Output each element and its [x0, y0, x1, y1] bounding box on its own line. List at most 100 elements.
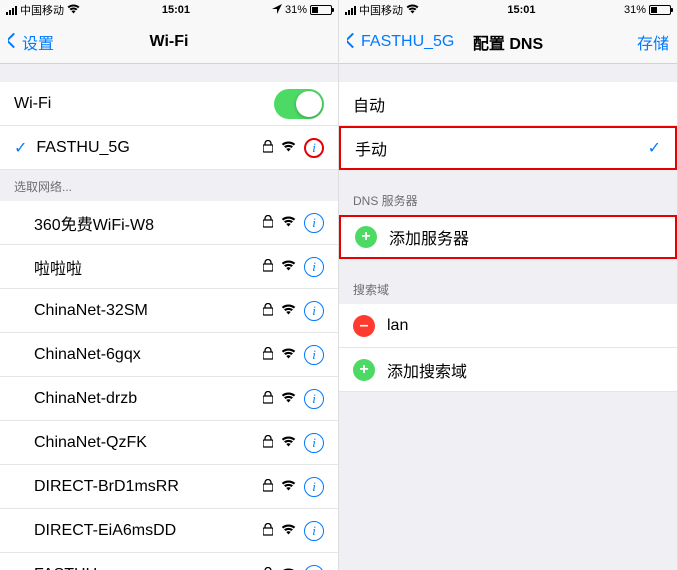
info-icon[interactable]: i [304, 521, 324, 541]
wifi-toggle[interactable] [274, 89, 324, 119]
network-name: ChinaNet-QzFK [34, 434, 263, 452]
search-domain-row[interactable]: – lan [339, 304, 677, 348]
network-name: ChinaNet-6gqx [34, 346, 263, 364]
nav-bar: 设置 Wi-Fi [0, 20, 338, 64]
carrier-label: 中国移动 [359, 2, 403, 18]
wifi-toggle-row[interactable]: Wi-Fi [0, 82, 338, 126]
lock-icon [263, 479, 273, 495]
add-server-row[interactable]: + 添加服务器 [339, 215, 677, 259]
minus-icon: – [353, 315, 375, 337]
time-label: 15:01 [162, 4, 190, 16]
info-icon[interactable]: i [304, 301, 324, 321]
plus-icon: + [353, 359, 375, 381]
lock-icon [263, 140, 273, 156]
wifi-signal-icon [281, 303, 296, 318]
wifi-signal-icon [281, 140, 296, 155]
status-bar: 中国移动 15:01 31% [339, 0, 677, 20]
info-icon[interactable]: i [304, 433, 324, 453]
signal-icon [345, 5, 356, 15]
back-label: 设置 [22, 30, 54, 54]
dns-config-screen: 中国移动 15:01 31% FASTHU_5G 配置 DNS 存储 自动 手动… [339, 0, 678, 570]
lock-icon [263, 215, 273, 231]
select-network-header: 选取网络... [0, 170, 338, 201]
wifi-signal-icon [281, 479, 296, 494]
dns-servers-header: DNS 服务器 [339, 170, 677, 215]
network-row[interactable]: FASTHU i [0, 553, 338, 570]
wifi-status-icon [406, 4, 419, 17]
add-server-label: 添加服务器 [389, 225, 661, 249]
back-button[interactable]: 设置 [8, 30, 54, 54]
content: 自动 手动 ✓ DNS 服务器 + 添加服务器 搜索域 – lan + 添加搜索… [339, 64, 677, 570]
page-title: Wi-Fi [150, 33, 189, 51]
nav-bar: FASTHU_5G 配置 DNS 存储 [339, 20, 677, 64]
chevron-left-icon [347, 33, 361, 51]
lock-icon [263, 259, 273, 275]
network-name: 啦啦啦 [34, 255, 263, 279]
wifi-signal-icon [281, 435, 296, 450]
network-name: DIRECT-EiA6msDD [34, 522, 263, 540]
dns-auto-row[interactable]: 自动 [339, 82, 677, 126]
search-domains-header: 搜索域 [339, 259, 677, 304]
lock-icon [263, 567, 273, 570]
network-name: ChinaNet-drzb [34, 390, 263, 408]
network-row[interactable]: DIRECT-BrD1msRR i [0, 465, 338, 509]
carrier-label: 中国移动 [20, 2, 64, 18]
info-icon[interactable]: i [304, 345, 324, 365]
info-icon[interactable]: i [304, 257, 324, 277]
lock-icon [263, 303, 273, 319]
connected-network-row[interactable]: ✓ FASTHU_5G i [0, 126, 338, 170]
wifi-signal-icon [281, 215, 296, 230]
dns-manual-row[interactable]: 手动 ✓ [339, 126, 677, 170]
lock-icon [263, 435, 273, 451]
dns-auto-label: 自动 [353, 92, 663, 116]
network-name: ChinaNet-32SM [34, 302, 263, 320]
info-icon[interactable]: i [304, 213, 324, 233]
checkmark-icon: ✓ [648, 138, 661, 158]
lock-icon [263, 347, 273, 363]
network-row[interactable]: 啦啦啦 i [0, 245, 338, 289]
network-row[interactable]: ChinaNet-QzFK i [0, 421, 338, 465]
checkmark-icon: ✓ [14, 138, 27, 158]
content: Wi-Fi ✓ FASTHU_5G i 选取网络... 360免费WiFi-W8… [0, 64, 338, 570]
save-button[interactable]: 存储 [637, 30, 669, 54]
wifi-signal-icon [281, 347, 296, 362]
wifi-status-icon [67, 4, 80, 17]
battery-pct: 31% [624, 4, 646, 16]
network-name: DIRECT-BrD1msRR [34, 478, 263, 496]
network-name: 360免费WiFi-W8 [34, 211, 263, 235]
search-domain-label: lan [387, 317, 663, 335]
plus-icon: + [355, 226, 377, 248]
info-icon[interactable]: i [304, 565, 324, 570]
network-name: FASTHU [34, 566, 263, 570]
info-icon[interactable]: i [304, 389, 324, 409]
chevron-left-icon [8, 33, 22, 51]
status-bar: 中国移动 15:01 31% [0, 0, 338, 20]
wifi-settings-screen: 中国移动 15:01 31% 设置 Wi-Fi Wi-Fi ✓ [0, 0, 339, 570]
info-icon[interactable]: i [304, 477, 324, 497]
network-row[interactable]: ChinaNet-6gqx i [0, 333, 338, 377]
time-label: 15:01 [507, 4, 535, 16]
battery-icon [310, 5, 332, 15]
wifi-signal-icon [281, 391, 296, 406]
battery-pct: 31% [285, 4, 307, 16]
connected-network-name: FASTHU_5G [36, 139, 263, 157]
wifi-toggle-label: Wi-Fi [14, 95, 274, 113]
battery-icon [649, 5, 671, 15]
add-search-domain-row[interactable]: + 添加搜索域 [339, 348, 677, 392]
lock-icon [263, 523, 273, 539]
page-title: 配置 DNS [473, 30, 543, 54]
network-row[interactable]: ChinaNet-drzb i [0, 377, 338, 421]
network-row[interactable]: DIRECT-EiA6msDD i [0, 509, 338, 553]
wifi-signal-icon [281, 259, 296, 274]
back-label: FASTHU_5G [361, 33, 454, 51]
back-button[interactable]: FASTHU_5G [347, 33, 454, 51]
network-row[interactable]: ChinaNet-32SM i [0, 289, 338, 333]
signal-icon [6, 5, 17, 15]
dns-manual-label: 手动 [355, 136, 648, 160]
location-icon [272, 4, 282, 17]
network-row[interactable]: 360免费WiFi-W8 i [0, 201, 338, 245]
lock-icon [263, 391, 273, 407]
info-icon[interactable]: i [304, 138, 324, 158]
add-search-domain-label: 添加搜索域 [387, 358, 663, 382]
wifi-signal-icon [281, 523, 296, 538]
